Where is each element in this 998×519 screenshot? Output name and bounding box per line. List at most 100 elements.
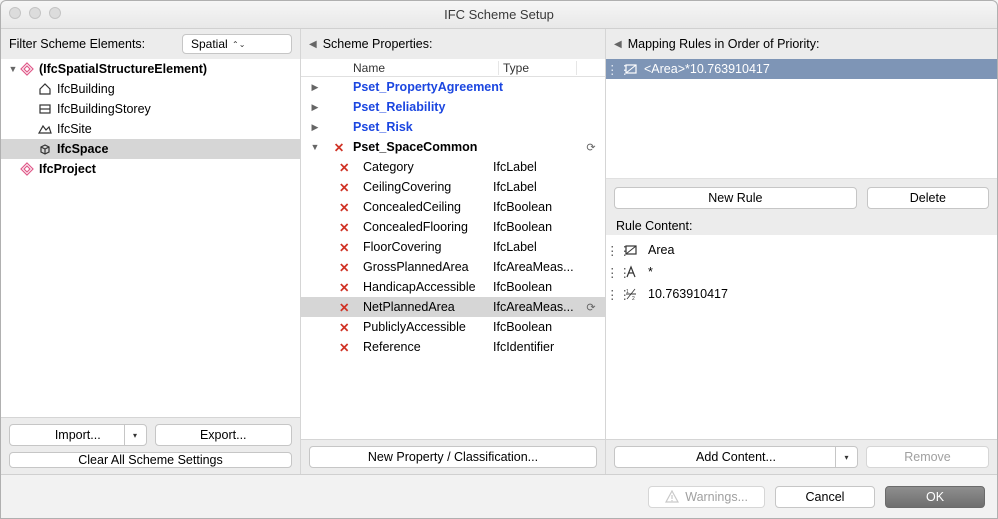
export-button[interactable]: Export... <box>155 424 293 446</box>
disclosure-triangle-icon[interactable]: ▼ <box>301 142 329 152</box>
property-table-body[interactable]: ▶ Pset_PropertyAgreement ▶ Pset_Reliabil… <box>301 77 605 439</box>
property-row[interactable]: ✕ PubliclyAccessible IfcBoolean <box>301 317 605 337</box>
remove-property-icon[interactable]: ✕ <box>329 240 349 255</box>
remove-property-icon[interactable]: ✕ <box>329 280 349 295</box>
filter-label: Filter Scheme Elements: <box>9 37 145 51</box>
property-row[interactable]: ✕ ConcealedCeiling IfcBoolean <box>301 197 605 217</box>
tree-item-project[interactable]: IfcProject <box>1 159 300 179</box>
rule-content-list[interactable]: ⋮⋮ Area ⋮⋮ * ⋮⋮ 12 <box>606 235 997 439</box>
property-row[interactable]: ✕ ConcealedFlooring IfcBoolean <box>301 217 605 237</box>
new-rule-button-label: New Rule <box>708 191 762 205</box>
rules-header: ◀ Mapping Rules in Order of Priority: <box>606 29 997 59</box>
svg-text:2: 2 <box>632 296 635 301</box>
filter-header: Filter Scheme Elements: Spatial ⌃⌄ <box>1 29 300 59</box>
zoom-window-icon[interactable] <box>49 7 61 19</box>
tree-item-label: IfcBuildingStorey <box>53 102 151 116</box>
properties-header-label: Scheme Properties: <box>323 37 433 51</box>
window: IFC Scheme Setup Filter Scheme Elements:… <box>0 0 998 519</box>
link-icon[interactable]: ⟳ <box>577 301 605 314</box>
property-type: IfcLabel <box>489 180 577 194</box>
property-type: IfcIdentifier <box>489 340 577 354</box>
rule-row[interactable]: ⋮⋮ <Area>*10.763910417 <box>606 59 997 79</box>
drag-handle-icon[interactable]: ⋮⋮ <box>606 265 624 280</box>
column-name[interactable]: Name <box>349 61 499 75</box>
property-row[interactable]: ✕ NetPlannedArea IfcAreaMeas... ⟳ <box>301 297 605 317</box>
traffic-lights <box>9 7 61 19</box>
disclosure-triangle-icon[interactable]: ▶ <box>301 82 329 93</box>
filter-select-value: Spatial <box>191 37 228 51</box>
delete-rule-button-label: Delete <box>910 191 946 205</box>
drag-handle-icon[interactable]: ⋮⋮ <box>606 62 624 77</box>
property-name: FloorCovering <box>349 240 489 254</box>
pset-row[interactable]: ▶ Pset_Risk <box>301 117 605 137</box>
minimize-window-icon[interactable] <box>29 7 41 19</box>
import-button[interactable]: Import... ▾ <box>9 424 147 446</box>
rule-content-row[interactable]: ⋮⋮ 12 10.763910417 <box>606 283 997 305</box>
remove-property-icon[interactable]: ✕ <box>329 320 349 335</box>
right-buttons: Add Content... ▾ Remove <box>606 439 997 474</box>
property-row[interactable]: ✕ HandicapAccessible IfcBoolean <box>301 277 605 297</box>
panel-collapse-left-icon[interactable]: ◀ <box>614 39 622 50</box>
tree-item-storey[interactable]: IfcBuildingStorey <box>1 99 300 119</box>
disclosure-triangle-icon[interactable]: ▼ <box>7 64 19 74</box>
add-content-button-label: Add Content... <box>696 450 776 464</box>
remove-property-icon[interactable]: ✕ <box>329 160 349 175</box>
warnings-button-label: Warnings... <box>685 490 748 504</box>
property-type: IfcLabel <box>489 240 577 254</box>
property-name: GrossPlannedArea <box>349 260 489 274</box>
tree-item-label: IfcSpace <box>53 142 108 156</box>
remove-property-icon[interactable]: ✕ <box>329 220 349 235</box>
link-icon[interactable]: ⟳ <box>577 141 605 154</box>
tree-item-building[interactable]: IfcBuilding <box>1 79 300 99</box>
add-content-button[interactable]: Add Content... ▾ <box>614 446 858 468</box>
remove-property-icon[interactable]: ✕ <box>329 260 349 275</box>
close-window-icon[interactable] <box>9 7 21 19</box>
property-row[interactable]: ✕ Reference IfcIdentifier <box>301 337 605 357</box>
content-area: Filter Scheme Elements: Spatial ⌃⌄ ▼ (If… <box>1 29 997 474</box>
remove-property-icon[interactable]: ✕ <box>329 200 349 215</box>
tree-item-space[interactable]: IfcSpace <box>1 139 300 159</box>
rule-content-value: 10.763910417 <box>646 287 997 301</box>
pset-row[interactable]: ▶ Pset_PropertyAgreement <box>301 77 605 97</box>
property-row[interactable]: ✕ Category IfcLabel <box>301 157 605 177</box>
property-name: CeilingCovering <box>349 180 489 194</box>
area-param-icon <box>624 62 642 76</box>
remove-property-icon[interactable]: ✕ <box>329 180 349 195</box>
remove-property-icon[interactable]: ✕ <box>329 340 349 355</box>
column-type[interactable]: Type <box>499 61 577 75</box>
dialog-footer: Warnings... Cancel OK <box>1 474 997 518</box>
property-name: NetPlannedArea <box>349 300 489 314</box>
disclosure-triangle-icon[interactable]: ▶ <box>301 102 329 113</box>
remove-content-button-label: Remove <box>904 450 951 464</box>
tree-root[interactable]: ▼ (IfcSpatialStructureElement) <box>1 59 300 79</box>
chevron-down-icon[interactable]: ▾ <box>835 447 857 467</box>
panel-collapse-left-icon[interactable]: ◀ <box>309 39 317 50</box>
delete-rule-button[interactable]: Delete <box>867 187 989 209</box>
pset-row[interactable]: ▶ Pset_Reliability <box>301 97 605 117</box>
ok-button[interactable]: OK <box>885 486 985 508</box>
remove-property-icon[interactable]: ✕ <box>329 300 349 315</box>
scheme-elements-panel: Filter Scheme Elements: Spatial ⌃⌄ ▼ (If… <box>1 29 301 474</box>
cancel-button[interactable]: Cancel <box>775 486 875 508</box>
property-row[interactable]: ✕ GrossPlannedArea IfcAreaMeas... <box>301 257 605 277</box>
remove-pset-icon[interactable]: ✕ <box>329 140 349 155</box>
disclosure-triangle-icon[interactable]: ▶ <box>301 122 329 133</box>
property-row[interactable]: ✕ CeilingCovering IfcLabel <box>301 177 605 197</box>
rule-content-row[interactable]: ⋮⋮ Area <box>606 239 997 261</box>
new-property-button[interactable]: New Property / Classification... <box>309 446 597 468</box>
rules-list[interactable]: ⋮⋮ <Area>*10.763910417 <box>606 59 997 179</box>
drag-handle-icon[interactable]: ⋮⋮ <box>606 287 624 302</box>
chevron-down-icon[interactable]: ▾ <box>124 425 146 445</box>
element-tree[interactable]: ▼ (IfcSpatialStructureElement) IfcBuildi… <box>1 59 300 417</box>
clear-all-button[interactable]: Clear All Scheme Settings <box>9 452 292 468</box>
filter-select[interactable]: Spatial ⌃⌄ <box>182 34 292 54</box>
new-rule-button[interactable]: New Rule <box>614 187 857 209</box>
tree-item-site[interactable]: IfcSite <box>1 119 300 139</box>
tree-item-label: IfcProject <box>35 162 96 176</box>
drag-handle-icon[interactable]: ⋮⋮ <box>606 243 624 258</box>
chevron-updown-icon: ⌃⌄ <box>232 37 246 51</box>
pset-row[interactable]: ▼ ✕ Pset_SpaceCommon ⟳ <box>301 137 605 157</box>
property-row[interactable]: ✕ FloorCovering IfcLabel <box>301 237 605 257</box>
property-table-header: Name Type <box>301 59 605 77</box>
rule-content-row[interactable]: ⋮⋮ * <box>606 261 997 283</box>
